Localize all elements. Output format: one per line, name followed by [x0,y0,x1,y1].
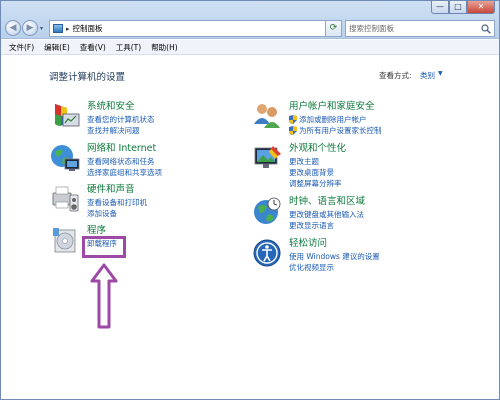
menu-tools[interactable]: 工具(T) [116,42,141,53]
maximize-button[interactable]: □ [449,1,467,14]
search-icon[interactable] [481,24,491,34]
link-homegroup-sharing[interactable]: 选择家庭组和共享选项 [87,167,162,178]
title-bar: — □ ✕ ◀ ▶ ▾ ▸ 控制面板 ▾ ⟳ [1,1,499,39]
link-parental-controls-label[interactable]: 为所有用户设置家长控制 [299,125,382,136]
category-title-ease-of-access[interactable]: 轻松访问 [289,237,380,250]
link-view-network-status[interactable]: 查看网络状态和任务 [87,156,162,167]
category-title-system-security[interactable]: 系统和安全 [87,100,155,113]
view-by-label: 查看方式: [379,71,412,80]
search-box[interactable] [345,20,495,37]
category-network-internet: 网络和 Internet 查看网络状态和任务 选择家庭组和共享选项 [49,142,162,178]
category-title-appearance[interactable]: 外观和个性化 [289,142,346,155]
link-find-fix-problems[interactable]: 查找并解决问题 [87,125,155,136]
link-add-device[interactable]: 添加设备 [87,208,147,219]
network-internet-icon[interactable] [49,142,81,174]
appearance-icon[interactable] [251,142,283,174]
annotation-up-arrow-icon [90,263,118,329]
breadcrumb-control-panel[interactable]: 控制面板 [73,23,103,34]
back-button[interactable]: ◀ [5,20,21,36]
link-change-theme[interactable]: 更改主题 [289,156,346,167]
breadcrumb-separator[interactable]: ▸ [66,25,70,33]
category-title-network-internet[interactable]: 网络和 Internet [87,142,162,155]
view-by-dropdown[interactable]: 类别 [420,70,435,81]
link-add-remove-accounts-label[interactable]: 添加或删除用户帐户 [299,114,367,125]
system-security-icon[interactable] [49,100,81,132]
menu-file[interactable]: 文件(F) [9,42,34,53]
content-area: 调整计算机的设置 查看方式: 类别 ▼ 系统和安全 查看您的计算机状态 查找并解… [1,56,499,399]
category-title-user-accounts[interactable]: 用户帐户和家庭安全 [289,100,382,113]
recent-pages-dropdown-icon[interactable]: ▾ [40,25,43,32]
hardware-sound-icon[interactable] [49,183,81,215]
link-view-computer-status[interactable]: 查看您的计算机状态 [87,114,155,125]
link-devices-printers[interactable]: 查看设备和打印机 [87,197,147,208]
link-parental-controls[interactable]: 为所有用户设置家长控制 [289,125,382,136]
link-desktop-background[interactable]: 更改桌面背景 [289,167,346,178]
category-appearance: 外观和个性化 更改主题 更改桌面背景 调整屏幕分辨率 [251,142,346,189]
menu-help[interactable]: 帮助(H) [151,42,178,53]
search-input[interactable] [349,24,473,33]
page-title: 调整计算机的设置 [49,72,126,83]
menu-edit[interactable]: 编辑(E) [44,42,70,53]
address-bar[interactable]: ▸ 控制面板 ▾ [49,20,339,37]
control-panel-icon [53,24,63,33]
control-panel-window: — □ ✕ ◀ ▶ ▾ ▸ 控制面板 ▾ ⟳ 文件(F) 编辑(E) 查看(V)… [0,0,500,400]
annotation-highlight-box [82,236,126,258]
link-screen-resolution[interactable]: 调整屏幕分辨率 [289,178,346,189]
view-by-chevron-down-icon[interactable]: ▼ [438,70,443,77]
programs-icon[interactable] [49,224,81,256]
category-clock-language: 时钟、语言和区域 更改键盘或其他输入法 更改显示语言 [251,195,365,231]
close-button[interactable]: ✕ [467,1,495,14]
category-hardware-sound: 硬件和声音 查看设备和打印机 添加设备 [49,183,147,219]
uac-shield-icon [289,126,297,135]
link-change-display-language[interactable]: 更改显示语言 [289,220,365,231]
link-windows-recommended-settings[interactable]: 使用 Windows 建议的设置 [289,251,380,262]
category-title-hardware-sound[interactable]: 硬件和声音 [87,183,147,196]
category-title-clock-language[interactable]: 时钟、语言和区域 [289,195,365,208]
link-add-remove-accounts[interactable]: 添加或删除用户帐户 [289,114,382,125]
uac-shield-icon [289,115,297,124]
caption-buttons: — □ ✕ [431,1,495,15]
category-system-security: 系统和安全 查看您的计算机状态 查找并解决问题 [49,100,155,136]
refresh-button[interactable]: ⟳ [325,20,342,37]
menu-view[interactable]: 查看(V) [80,42,106,53]
category-ease-of-access: 轻松访问 使用 Windows 建议的设置 优化视频显示 [251,237,380,273]
minimize-button[interactable]: — [431,1,449,14]
ease-of-access-icon[interactable] [251,237,283,269]
forward-button[interactable]: ▶ [22,20,38,36]
menu-bar: 文件(F) 编辑(E) 查看(V) 工具(T) 帮助(H) [1,40,499,55]
link-optimize-visual-display[interactable]: 优化视频显示 [289,262,380,273]
clock-language-icon[interactable] [251,195,283,227]
link-change-keyboard[interactable]: 更改键盘或其他输入法 [289,209,365,220]
user-accounts-icon[interactable] [251,100,283,132]
category-user-accounts: 用户帐户和家庭安全 添加或删除用户帐户 为所有用户设置家长控制 [251,100,382,136]
